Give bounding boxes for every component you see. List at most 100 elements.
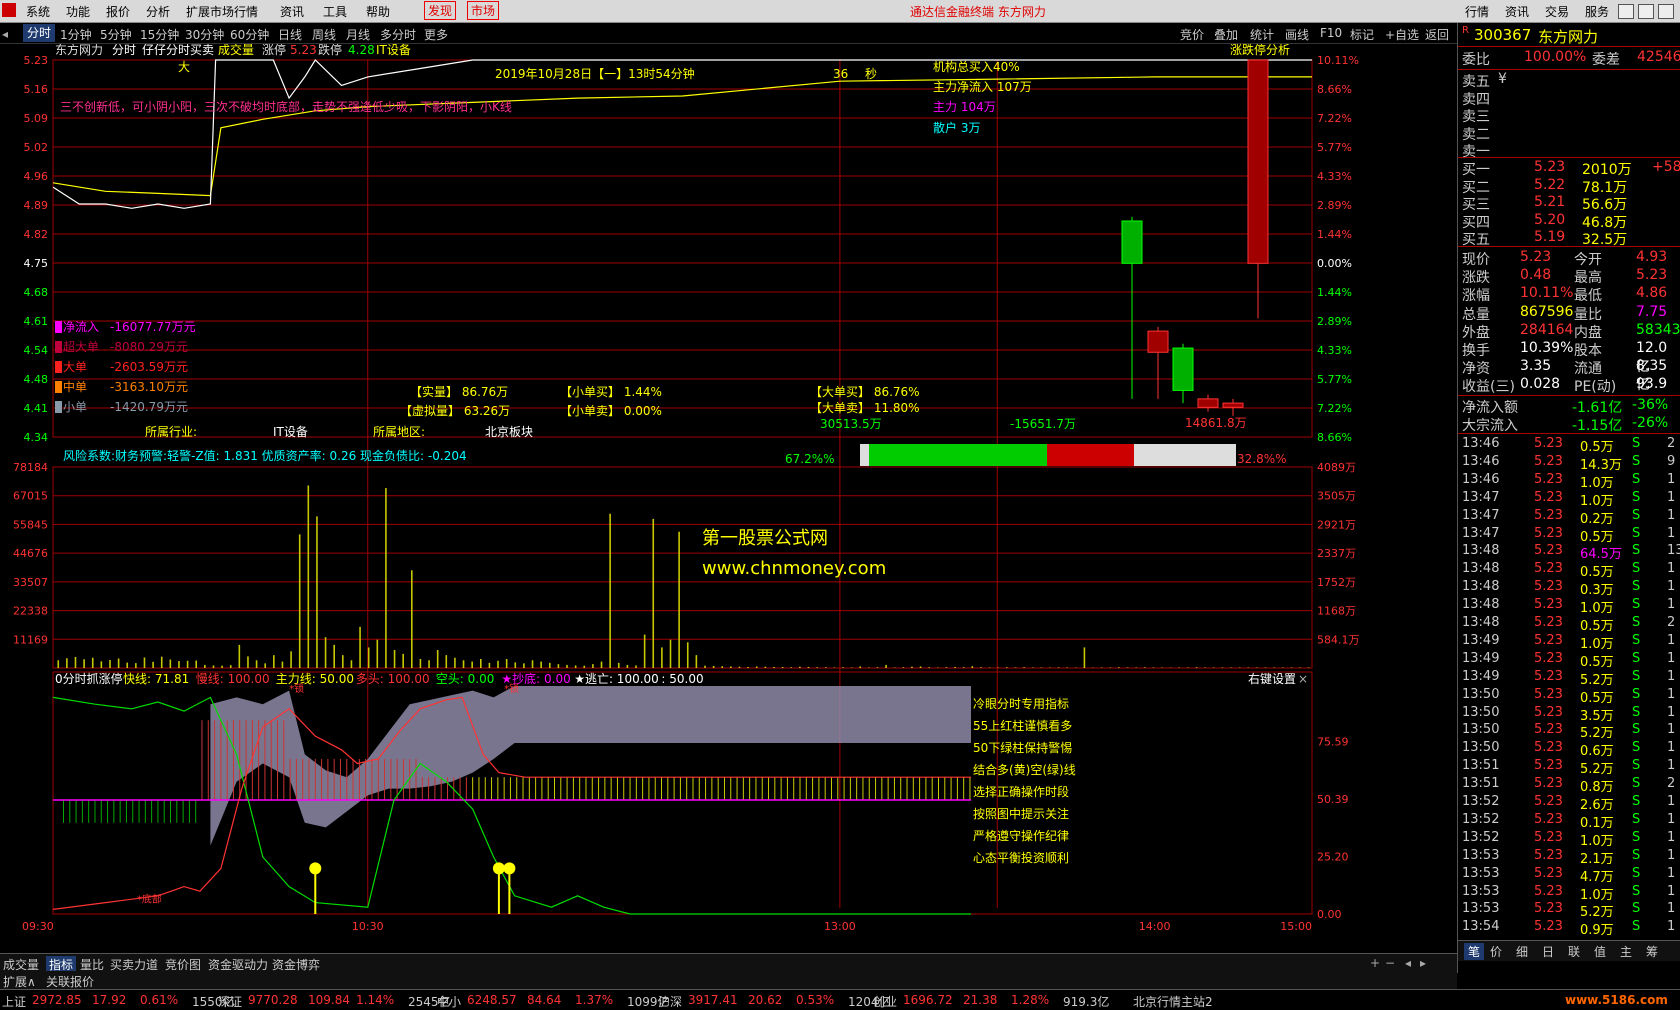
tick-p: 5.23 — [1534, 525, 1563, 541]
volume-ytick-right: 4089万 — [1317, 461, 1356, 474]
index-price: 9770.28 — [248, 993, 298, 1007]
stat-row: 净资 3.35 流通 8.35亿 — [1462, 358, 1677, 393]
wei-bi-value: 100.00% — [1524, 49, 1587, 65]
tick-t: 13:51 — [1462, 758, 1500, 774]
tick-row: 13:48 5.23 0.5万 S 1 — [1462, 561, 1677, 580]
price-ytick-left: 4.61 — [24, 315, 49, 328]
quote-tab[interactable]: 价 — [1490, 943, 1502, 960]
menu-analysis[interactable]: 分析 — [146, 3, 170, 20]
menu-function[interactable]: 功能 — [66, 3, 90, 20]
tick-n: 2 — [1667, 615, 1676, 630]
header-limit-up: 5.23 — [290, 44, 317, 57]
plus-icon[interactable]: + — [1370, 956, 1380, 970]
volume-ytick-left: 33507 — [13, 576, 48, 589]
discover-button[interactable]: 发现 — [424, 1, 457, 20]
menu-tools[interactable]: 工具 — [323, 3, 347, 20]
market-button[interactable]: 市场 — [467, 1, 500, 20]
candle-body — [1172, 347, 1194, 391]
tick-p: 5.23 — [1534, 740, 1563, 756]
tick-v: 0.2万 — [1580, 511, 1614, 527]
quote-tab[interactable]: 笔 — [1464, 943, 1485, 960]
tab-1min[interactable]: 1分钟 — [60, 26, 92, 43]
restore-icon[interactable] — [1638, 4, 1654, 19]
quote-tab[interactable]: 日 — [1542, 943, 1554, 960]
quote-tab[interactable]: 联 — [1568, 943, 1580, 960]
tick-p: 5.23 — [1534, 668, 1563, 684]
pct-bar-green — [869, 444, 1047, 466]
tick-n: 1 — [1667, 668, 1676, 684]
fund-flow-label: 净流入 — [63, 320, 99, 334]
indicator-legend-item: 慢线: 100.00 — [196, 672, 270, 686]
tab-daily[interactable]: 日线 — [278, 26, 302, 43]
quote-tab[interactable]: 细 — [1516, 943, 1528, 960]
related-quote-button[interactable]: 关联报价 — [46, 973, 94, 990]
tab-monthly[interactable]: 月线 — [346, 26, 370, 43]
extend-button[interactable]: 扩展∧ — [3, 973, 36, 990]
price-ytick-left: 5.02 — [24, 141, 49, 154]
stat-row: 换手 10.39% 股本 12.0亿 — [1462, 340, 1677, 375]
tick-t: 13:50 — [1462, 704, 1500, 720]
menu-extended-market[interactable]: 扩展市场行情 — [186, 3, 258, 20]
minimize-icon[interactable] — [1618, 4, 1634, 19]
tick-t: 13:47 — [1462, 507, 1500, 523]
tab-5min[interactable]: 5分钟 — [100, 26, 132, 43]
quote-tab[interactable]: 值 — [1594, 943, 1606, 960]
bidding-button[interactable]: 竞价 — [1180, 26, 1204, 43]
flow-value: -1.15亿 — [1572, 418, 1623, 434]
close-icon[interactable] — [1658, 4, 1674, 19]
menu-help[interactable]: 帮助 — [366, 3, 390, 20]
price-ytick-right: 4.33% — [1317, 344, 1352, 357]
tick-n: 1 — [1667, 650, 1676, 666]
fund-flow-swatch — [55, 401, 62, 413]
indicator-legend-item: 主力线: 50.00 — [276, 672, 354, 686]
mark-button[interactable]: 标记 — [1350, 26, 1374, 43]
server-label[interactable]: 北京行情主站2 — [1133, 993, 1213, 1010]
volume-ytick-left: 55845 — [13, 518, 48, 531]
tab-intraday[interactable]: 分时 — [23, 24, 56, 42]
f10-button[interactable]: F10 — [1320, 26, 1342, 40]
fund-flow-label: 超大单 — [63, 339, 99, 354]
minus-icon[interactable]: − — [1385, 956, 1395, 970]
index-pct: 0.53% — [796, 993, 835, 1007]
tab-15min[interactable]: 15分钟 — [140, 26, 179, 43]
menu-system[interactable]: 系统 — [26, 3, 50, 20]
index-chg: 17.92 — [92, 993, 127, 1007]
chart-area[interactable]: 东方网力 分时 仔仔分时买卖 成交量 涨停 5.23 跌停 4.28 IT设备 涨跌停分析 5.23… — [0, 42, 1457, 964]
price-ytick-left: 4.41 — [24, 402, 49, 415]
stat-value: 4.86 — [1636, 285, 1668, 302]
quote-tab[interactable]: 筹 — [1646, 943, 1658, 960]
menu-right-trade[interactable]: 交易 — [1545, 3, 1569, 20]
price-ytick-right: 2.89% — [1317, 315, 1352, 328]
tick-row: 13:48 5.23 64.5万 S 13 — [1462, 543, 1680, 562]
stat-label: 换手 — [1462, 343, 1490, 359]
overlay-button[interactable]: 叠加 — [1214, 26, 1238, 43]
fund-flow-value: -2603.59万元 — [110, 360, 188, 374]
add-favorite-button[interactable]: +自选 — [1385, 26, 1419, 43]
menu-right-service[interactable]: 服务 — [1585, 3, 1609, 20]
tick-n: 1 — [1667, 561, 1676, 577]
back-button[interactable]: 返回 — [1425, 26, 1449, 43]
tab-weekly[interactable]: 周线 — [312, 26, 336, 43]
tab-60min[interactable]: 60分钟 — [230, 26, 269, 43]
flow-label: 净流入额 — [1462, 400, 1518, 416]
tab-more[interactable]: 更多 — [424, 26, 448, 43]
arrow-right-icon[interactable]: ▸ — [1420, 956, 1426, 970]
menu-news[interactable]: 资讯 — [280, 3, 304, 20]
menu-right-quote[interactable]: 行情 — [1465, 3, 1489, 20]
price-ytick-right: 4.33% — [1317, 170, 1352, 183]
period-tab-bar: ◂ 分时 1分钟 5分钟 15分钟 30分钟 60分钟 日线 周线 月线 多分时… — [0, 23, 1457, 44]
seconds-value: 36 — [833, 67, 848, 81]
arrow-left-icon[interactable]: ◂ — [1405, 956, 1411, 970]
tick-s: S — [1632, 829, 1641, 845]
tab-multi-intraday[interactable]: 多分时 — [380, 26, 416, 43]
menu-right-news[interactable]: 资讯 — [1505, 3, 1529, 20]
main-inflow-label: 主力净流入 107万 — [933, 80, 1032, 94]
tab-30min[interactable]: 30分钟 — [185, 26, 224, 43]
stats-button[interactable]: 统计 — [1250, 26, 1274, 43]
quote-tab[interactable]: 主 — [1620, 943, 1632, 960]
draw-button[interactable]: 画线 — [1285, 26, 1309, 43]
menu-quote[interactable]: 报价 — [106, 3, 130, 20]
tick-v: 0.6万 — [1580, 744, 1614, 760]
divider — [1458, 395, 1680, 396]
collapse-icon[interactable]: ◂ — [2, 27, 8, 41]
